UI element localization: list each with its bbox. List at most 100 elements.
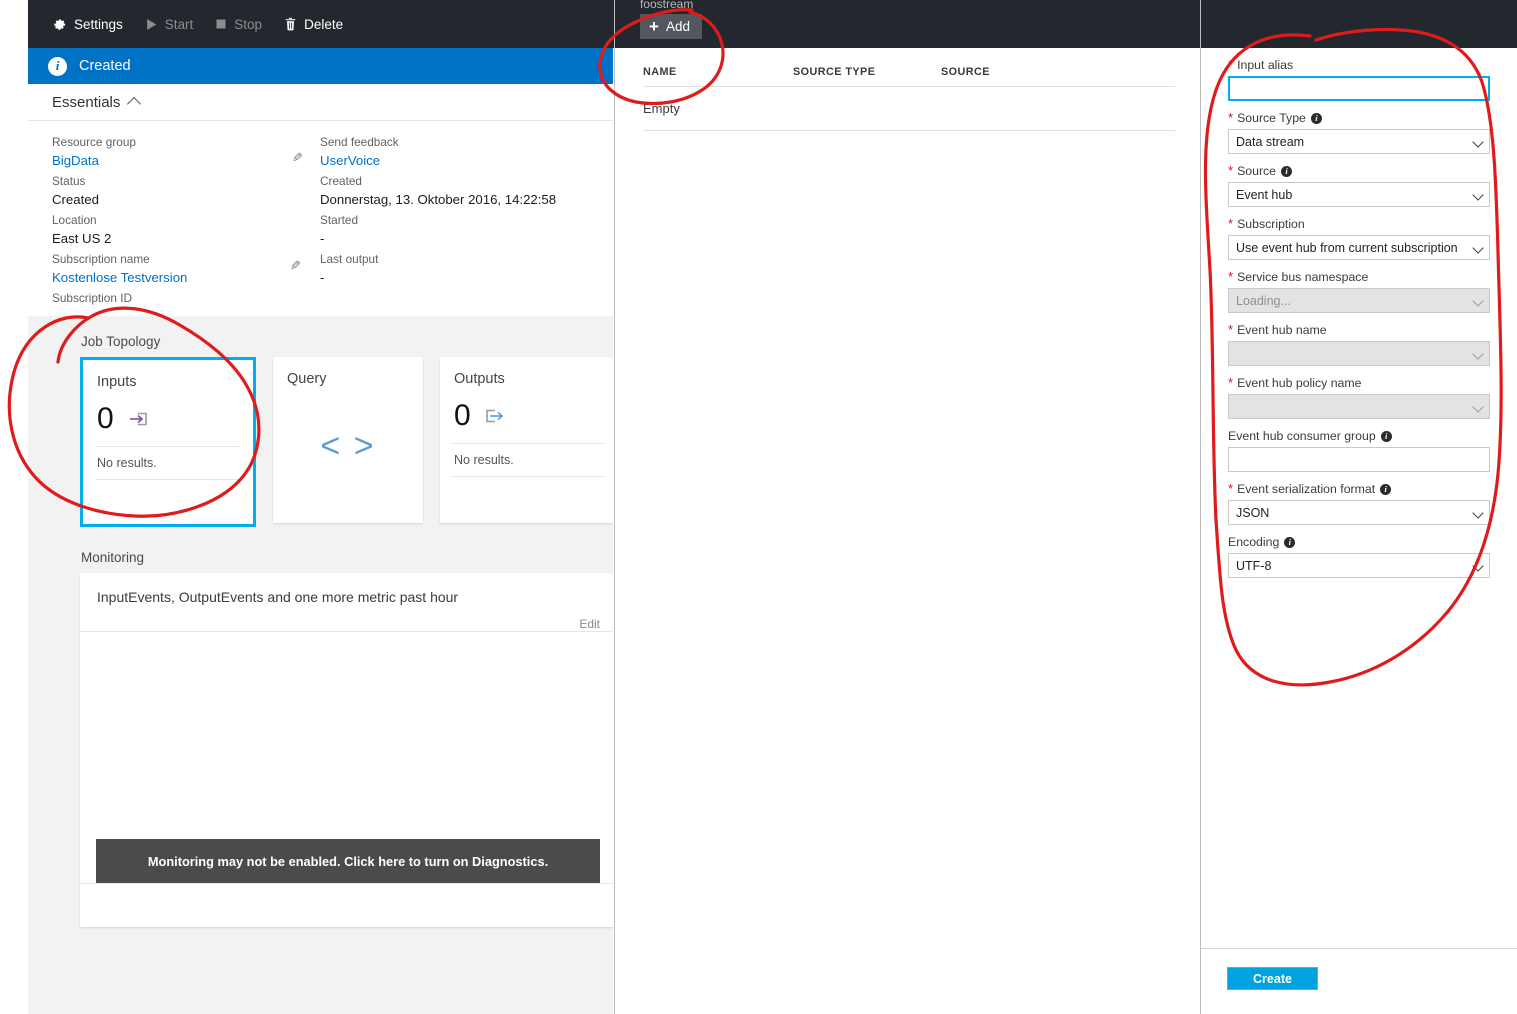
subscription-label: * Subscription <box>1228 217 1490 231</box>
subscription-name-value[interactable]: Kostenlose Testversion <box>52 268 320 287</box>
required-asterisk: * <box>1228 113 1233 123</box>
outputs-tile[interactable]: Outputs 0 No results. <box>440 357 613 523</box>
stop-button[interactable]: Stop <box>215 17 262 32</box>
chevron-down-icon <box>1472 560 1483 571</box>
outputs-note: No results. <box>440 444 613 476</box>
monitoring-chart-area: Monitoring may not be enabled. Click her… <box>80 632 613 929</box>
event-hub-name-label: * Event hub name <box>1228 323 1490 337</box>
input-arrow-icon <box>128 410 148 428</box>
diagnostics-banner[interactable]: Monitoring may not be enabled. Click her… <box>96 839 600 884</box>
divider <box>452 476 604 477</box>
input-alias-field[interactable] <box>1228 76 1490 101</box>
field-event-hub-consumer-group: Event hub consumer group i <box>1228 429 1490 472</box>
create-button[interactable]: Create <box>1227 967 1318 990</box>
column-header-name[interactable]: NAME <box>643 66 793 78</box>
inputs-command-bar: foostream + Add <box>615 0 1200 48</box>
chevron-down-icon <box>1472 348 1483 359</box>
start-label: Start <box>165 17 194 32</box>
inputs-tile[interactable]: Inputs 0 No results. <box>80 357 256 527</box>
table-header-row: NAME SOURCE TYPE SOURCE <box>615 48 1200 86</box>
subscription-id-label: Subscription ID <box>52 289 320 307</box>
outputs-count: 0 <box>454 401 471 431</box>
chevron-down-icon <box>1472 507 1483 518</box>
info-icon[interactable]: i <box>1311 113 1322 124</box>
source-value: Event hub <box>1236 188 1292 202</box>
chevron-down-icon <box>1472 189 1483 200</box>
divider <box>643 130 1175 131</box>
chevron-down-icon <box>1472 401 1483 412</box>
label-text: Service bus namespace <box>1237 270 1368 284</box>
job-command-bar: Settings Start Stop Delete <box>28 0 613 48</box>
label-text: Event serialization format <box>1237 482 1375 496</box>
label-text: Encoding <box>1228 535 1279 549</box>
info-icon[interactable]: i <box>1381 431 1392 442</box>
subscription-name-label: Subscription name <box>52 250 320 268</box>
plus-icon: + <box>649 20 659 34</box>
monitoring-card: InputEvents, OutputEvents and one more m… <box>80 573 613 927</box>
monitoring-card-title: InputEvents, OutputEvents and one more m… <box>80 573 613 605</box>
breadcrumb: foostream <box>640 0 693 11</box>
stop-icon <box>215 18 227 30</box>
source-type-value: Data stream <box>1236 135 1304 149</box>
edit-subscription-pencil-icon[interactable]: ✎ <box>290 258 301 274</box>
field-event-serialization-format: * Event serialization format i JSON <box>1228 482 1490 525</box>
status-label: Status <box>52 172 320 190</box>
inputs-note: No results. <box>83 447 253 479</box>
last-output-label: Last output <box>320 250 588 268</box>
essentials-panel: Essentials Resource group BigData Status… <box>28 84 613 316</box>
required-asterisk: * <box>1228 272 1233 282</box>
source-type-label: * Source Type i <box>1228 111 1490 125</box>
event-hub-policy-name-label: * Event hub policy name <box>1228 376 1490 390</box>
source-select[interactable]: Event hub <box>1228 182 1490 207</box>
add-label: Add <box>666 19 690 34</box>
essentials-title: Essentials <box>52 94 120 111</box>
delete-button[interactable]: Delete <box>284 17 343 32</box>
outputs-tile-title: Outputs <box>440 357 613 387</box>
event-hub-policy-name-select <box>1228 394 1490 419</box>
input-alias-label: * Input alias <box>1228 58 1490 72</box>
stop-label: Stop <box>234 17 262 32</box>
started-value: - <box>320 229 588 248</box>
required-asterisk: * <box>1228 166 1233 176</box>
add-input-button[interactable]: + Add <box>640 14 702 39</box>
column-header-source-type[interactable]: SOURCE TYPE <box>793 66 941 78</box>
query-tile[interactable]: Query < > <box>273 357 423 523</box>
info-icon[interactable]: i <box>1284 537 1295 548</box>
start-button[interactable]: Start <box>145 17 194 32</box>
source-type-select[interactable]: Data stream <box>1228 129 1490 154</box>
resource-group-value[interactable]: BigData <box>52 151 320 170</box>
monitoring-edit-link[interactable]: Edit <box>80 617 613 631</box>
settings-button[interactable]: Settings <box>52 17 123 32</box>
event-serialization-format-label: * Event serialization format i <box>1228 482 1490 496</box>
info-icon: i <box>48 57 67 76</box>
encoding-value: UTF-8 <box>1236 559 1271 573</box>
field-source-type: * Source Type i Data stream <box>1228 111 1490 154</box>
divider <box>95 479 241 480</box>
event-serialization-format-value: JSON <box>1236 506 1269 520</box>
table-row: Empty <box>615 87 1200 130</box>
field-source: * Source i Event hub <box>1228 164 1490 207</box>
encoding-select[interactable]: UTF-8 <box>1228 553 1490 578</box>
event-hub-consumer-group-field[interactable] <box>1228 447 1490 472</box>
started-label: Started <box>320 211 588 229</box>
event-hub-name-select <box>1228 341 1490 366</box>
gear-icon <box>52 17 67 32</box>
settings-label: Settings <box>74 17 123 32</box>
subscription-value: Use event hub from current subscription <box>1236 241 1458 255</box>
subscription-select[interactable]: Use event hub from current subscription <box>1228 235 1490 260</box>
send-feedback-value[interactable]: UserVoice <box>320 151 588 170</box>
new-input-footer: Create <box>1201 948 1517 1014</box>
last-output-value: - <box>320 268 588 287</box>
status-banner-text: Created <box>79 58 131 74</box>
chevron-down-icon <box>1472 242 1483 253</box>
new-input-form: * Input alias * Source Type i Data strea… <box>1201 48 1517 588</box>
inputs-table: NAME SOURCE TYPE SOURCE Empty <box>615 48 1200 131</box>
column-header-source[interactable]: SOURCE <box>941 66 1091 78</box>
trash-icon <box>284 17 297 31</box>
event-serialization-format-select[interactable]: JSON <box>1228 500 1490 525</box>
inputs-count: 0 <box>97 404 114 434</box>
info-icon[interactable]: i <box>1281 166 1292 177</box>
edit-resource-group-pencil-icon[interactable]: ✎ <box>292 150 303 166</box>
info-icon[interactable]: i <box>1380 484 1391 495</box>
essentials-toggle[interactable]: Essentials <box>28 84 613 121</box>
